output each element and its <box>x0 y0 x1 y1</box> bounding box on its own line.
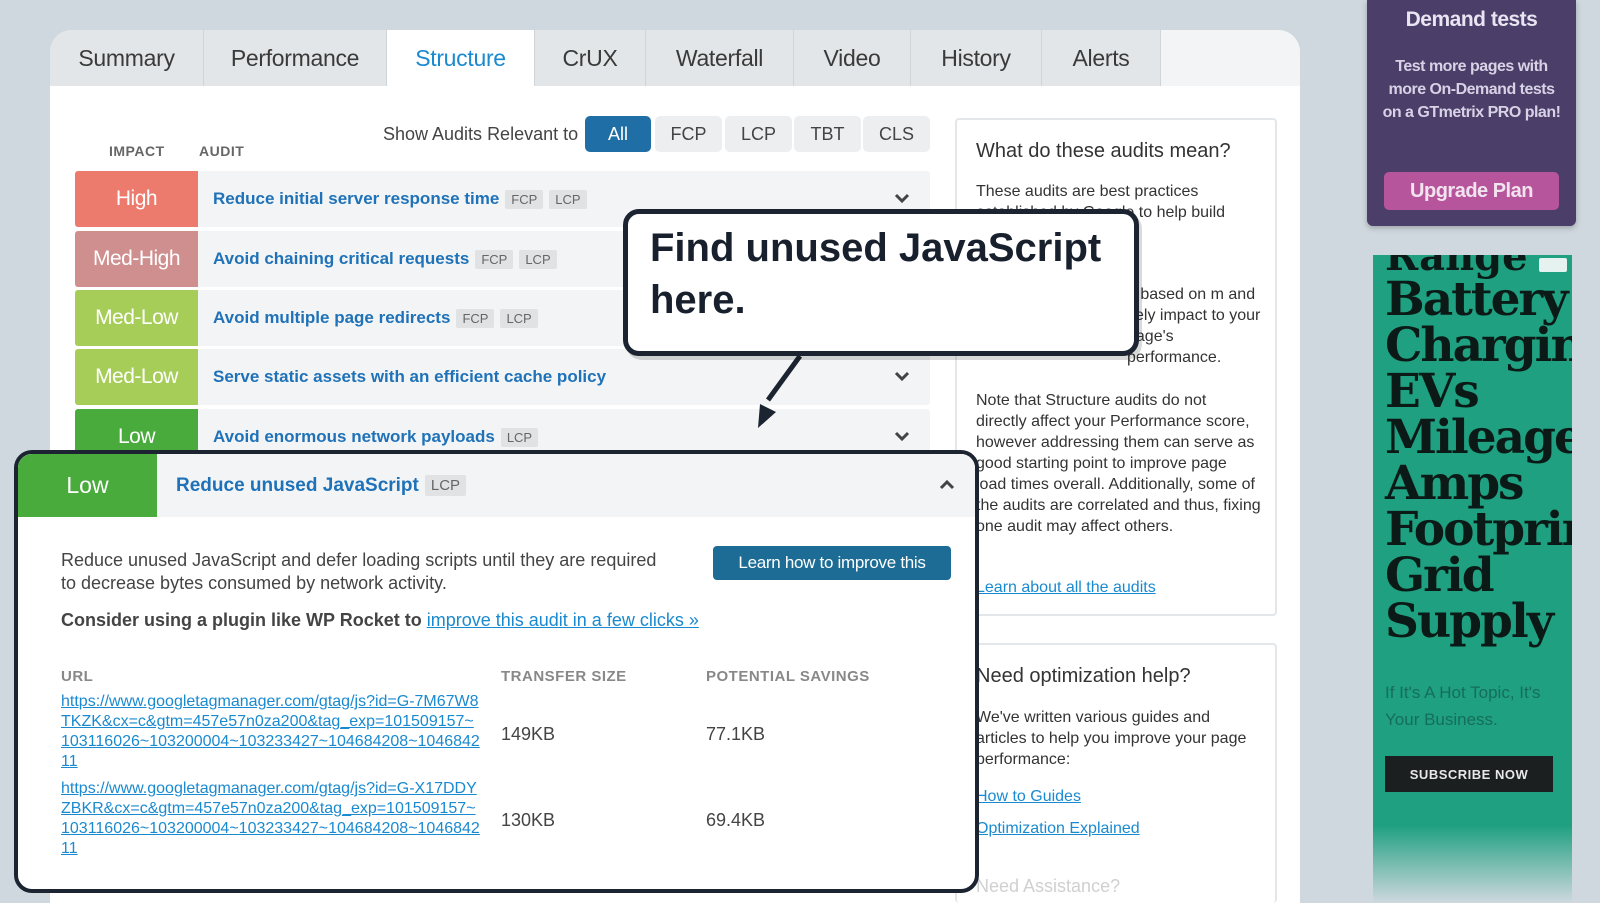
tab-video[interactable]: Video <box>794 30 911 86</box>
audits-info-text: d based on m and kely impact to your pag… <box>1127 286 1261 366</box>
ad-word: Supply <box>1385 594 1554 649</box>
impact-column-header: IMPACT <box>109 143 165 159</box>
callout-text: Find unused JavaScript here. <box>650 226 1102 322</box>
ad-word: EVs <box>1385 364 1480 419</box>
ad-word: Footprint <box>1385 502 1572 557</box>
resource-url-link[interactable]: https://www.googletagmanager.com/gtag/js… <box>61 692 481 772</box>
impact-badge: High <box>75 171 198 227</box>
metric-tag: LCP <box>500 427 539 447</box>
optimization-help-text: We've written various guides and article… <box>976 709 1247 768</box>
impact-badge: Med-Low <box>75 349 198 405</box>
upgrade-ad: Demand tests Test more pages with more O… <box>1367 0 1576 226</box>
ad-word: Battery <box>1385 272 1569 327</box>
chevron-down-icon[interactable] <box>892 188 912 208</box>
optimization-explained-link[interactable]: Optimization Explained <box>976 820 1140 838</box>
tab-crux[interactable]: CrUX <box>535 30 646 86</box>
audit-title-text: Reduce unused JavaScript <box>176 474 419 496</box>
tab-summary[interactable]: Summary <box>50 30 204 86</box>
tab-spacer <box>1161 30 1300 86</box>
metric-tag: LCP <box>500 308 538 328</box>
url-header: URL <box>61 668 94 685</box>
filter-all-button[interactable]: All <box>585 116 651 152</box>
potential-savings: 69.4KB <box>706 810 766 830</box>
metric-tag: LCP <box>424 475 467 496</box>
filter-lcp-button[interactable]: LCP <box>725 116 792 152</box>
audit-title[interactable]: Avoid chaining critical requests FCP LCP <box>213 231 557 287</box>
audits-info-title: What do these audits mean? <box>976 140 1231 162</box>
ad-word: Grid <box>1385 548 1495 603</box>
optimization-help-box: Need optimization help? We've written va… <box>955 643 1277 903</box>
chevron-down-icon[interactable] <box>892 426 912 446</box>
tab-history[interactable]: History <box>911 30 1042 86</box>
metric-tag: FCP <box>475 249 514 269</box>
ad-tagline: If It's A Hot Topic, It's Your Business. <box>1385 683 1541 729</box>
metric-tag: LCP <box>549 189 587 209</box>
expanded-audit-panel: Low Reduce unused JavaScript LCP Reduce … <box>14 450 979 893</box>
subscribe-button[interactable]: SUBSCRIBE NOW <box>1385 756 1553 792</box>
callout-bubble: Find unused JavaScript here. <box>623 209 1139 356</box>
tab-waterfall[interactable]: Waterfall <box>646 30 794 86</box>
ad-info-icon[interactable] <box>1539 258 1567 272</box>
need-assistance-title: Need Assistance? <box>976 876 1121 896</box>
audit-title-text: Avoid enormous network payloads <box>213 427 495 446</box>
audit-title[interactable]: Serve static assets with an efficient ca… <box>213 349 606 405</box>
metric-tag: FCP <box>505 189 544 209</box>
impact-badge: Low <box>18 454 157 517</box>
metric-tag: LCP <box>519 249 557 269</box>
report-tabs: Summary Performance Structure CrUX Water… <box>50 30 1300 86</box>
plugin-suggestion-text: Consider using a plugin like WP Rocket t… <box>61 610 422 630</box>
tab-structure[interactable]: Structure <box>387 30 535 86</box>
metric-tag: FCP <box>456 308 495 328</box>
banner-ad[interactable]: Range Battery Charging EVs Mileage Amps … <box>1373 255 1572 903</box>
plugin-suggestion: Consider using a plugin like WP Rocket t… <box>61 610 699 631</box>
learn-audits-link[interactable]: Learn about all the audits <box>976 579 1156 597</box>
audit-title[interactable]: Reduce unused JavaScript LCP <box>176 454 467 517</box>
ad-word: Charging <box>1385 318 1572 373</box>
filter-cls-button[interactable]: CLS <box>863 116 930 152</box>
audit-row[interactable]: Med-Low Serve static assets with an effi… <box>75 349 930 405</box>
audit-title-text: Serve static assets with an efficient ca… <box>213 367 607 386</box>
ad-word-list: Battery Charging EVs Mileage Amps Footpr… <box>1385 272 1572 649</box>
impact-badge: Med-High <box>75 231 198 287</box>
transfer-size: 149KB <box>501 724 556 744</box>
chevron-up-icon[interactable] <box>937 475 957 495</box>
ad-word: Mileage <box>1385 410 1572 465</box>
transfer-size-header: TRANSFER SIZE <box>501 668 627 685</box>
optimization-help-title: Need optimization help? <box>976 665 1191 687</box>
resource-url-link[interactable]: https://www.googletagmanager.com/gtag/js… <box>61 779 481 859</box>
potential-savings-header: POTENTIAL SAVINGS <box>706 668 870 685</box>
audit-title-text: Avoid chaining critical requests <box>213 249 470 268</box>
chevron-down-icon[interactable] <box>892 366 912 386</box>
tab-alerts[interactable]: Alerts <box>1042 30 1161 86</box>
audit-title[interactable]: Avoid multiple page redirects FCP LCP <box>213 290 538 346</box>
audit-description: Reduce unused JavaScript and defer loadi… <box>61 550 657 593</box>
ad-text: Test more pages with more On-Demand test… <box>1382 58 1561 121</box>
learn-how-button[interactable]: Learn how to improve this <box>713 546 951 580</box>
potential-savings: 77.1KB <box>706 724 766 744</box>
audits-info-note: Note that Structure audits do not direct… <box>976 392 1261 535</box>
how-to-guides-link[interactable]: How to Guides <box>976 788 1081 806</box>
impact-badge: Med-Low <box>75 290 198 346</box>
expanded-audit-header[interactable]: Low Reduce unused JavaScript LCP <box>18 454 975 517</box>
audits-info-box: What do these audits mean? These audits … <box>955 118 1277 616</box>
filter-fcp-button[interactable]: FCP <box>655 116 722 152</box>
audit-title-text: Reduce initial server response time <box>213 189 500 208</box>
upgrade-plan-button[interactable]: Upgrade Plan <box>1384 172 1559 210</box>
audit-title-text: Avoid multiple page redirects <box>213 308 451 327</box>
ad-word: Amps <box>1385 456 1525 511</box>
audit-column-header: AUDIT <box>199 143 245 159</box>
ad-title: Demand tests <box>1405 8 1538 31</box>
improve-audit-link[interactable]: improve this audit in a few clicks » <box>427 610 699 630</box>
filter-tbt-button[interactable]: TBT <box>794 116 861 152</box>
tab-performance[interactable]: Performance <box>204 30 387 86</box>
audit-title[interactable]: Reduce initial server response time FCP … <box>213 171 587 227</box>
transfer-size: 130KB <box>501 810 556 830</box>
filter-label: Show Audits Relevant to <box>383 124 579 144</box>
